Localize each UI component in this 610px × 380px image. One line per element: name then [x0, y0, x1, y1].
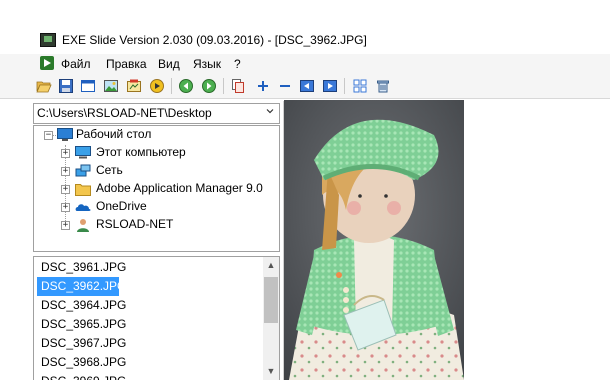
path-value: C:\Users\RSLOAD-NET\Desktop [37, 106, 212, 120]
tree-expand-toggle[interactable]: + [61, 221, 70, 230]
toolbar-separator [223, 78, 224, 94]
scroll-down-icon[interactable]: ▼ [263, 366, 279, 380]
app-icon [40, 33, 56, 47]
menu-bar [0, 54, 610, 74]
file-list-item[interactable]: DSC_3968.JPG [37, 353, 259, 372]
file-list-item[interactable]: DSC_3965.JPG [37, 315, 259, 334]
move-left-icon[interactable] [299, 78, 315, 94]
trash-icon[interactable] [375, 78, 391, 94]
add-icon[interactable] [255, 78, 271, 94]
menu-edit[interactable]: Правка [106, 57, 147, 71]
grid-icon[interactable] [352, 78, 368, 94]
menu-view[interactable]: Вид [158, 57, 180, 71]
tree-expand-toggle[interactable]: + [61, 167, 70, 176]
next-icon[interactable] [201, 78, 217, 94]
window-icon[interactable] [80, 78, 96, 94]
copy-icon[interactable] [230, 78, 246, 94]
app-menu-icon[interactable] [40, 56, 54, 70]
doll-photo [284, 100, 464, 380]
toolbar-separator [171, 78, 172, 94]
tree-expand-toggle[interactable]: + [61, 203, 70, 212]
desktop-icon [57, 128, 73, 141]
user-icon [77, 219, 89, 232]
image-preview [284, 100, 464, 380]
toolbar-separator [344, 78, 345, 94]
move-right-icon[interactable] [322, 78, 338, 94]
folder-icon [75, 184, 91, 196]
save-icon[interactable] [58, 78, 74, 94]
open-folder-icon[interactable] [36, 78, 52, 94]
file-list-item[interactable]: DSC_3967.JPG [37, 334, 259, 353]
tree-collapse-toggle[interactable]: − [44, 131, 53, 140]
previous-icon[interactable] [178, 78, 194, 94]
menu-file[interactable]: Файл [61, 57, 91, 71]
play-icon[interactable] [149, 78, 165, 94]
computer-icon [75, 146, 91, 159]
chevron-down-icon[interactable] [266, 107, 274, 115]
slideshow-icon[interactable] [126, 78, 142, 94]
onedrive-icon [75, 204, 91, 211]
file-list-item[interactable]: DSC_3961.JPG [37, 258, 259, 277]
menu-language[interactable]: Язык [193, 57, 221, 71]
window-title: EXE Slide Version 2.030 (09.03.2016) - [… [62, 33, 367, 47]
network-icon [75, 164, 91, 177]
image-settings-icon[interactable] [103, 78, 119, 94]
file-list-item-selected[interactable]: DSC_3962.JPG [37, 277, 126, 296]
scrollbar-thumb[interactable] [264, 277, 278, 323]
scroll-up-icon[interactable]: ▲ [263, 260, 279, 274]
file-list-item[interactable]: DSC_3969.JPG [37, 372, 259, 380]
tree-expand-toggle[interactable]: + [61, 149, 70, 158]
tree-expand-toggle[interactable]: + [61, 185, 70, 194]
file-list-item[interactable]: DSC_3964.JPG [37, 296, 259, 315]
menu-help[interactable]: ? [234, 57, 241, 71]
remove-icon[interactable] [277, 78, 293, 94]
